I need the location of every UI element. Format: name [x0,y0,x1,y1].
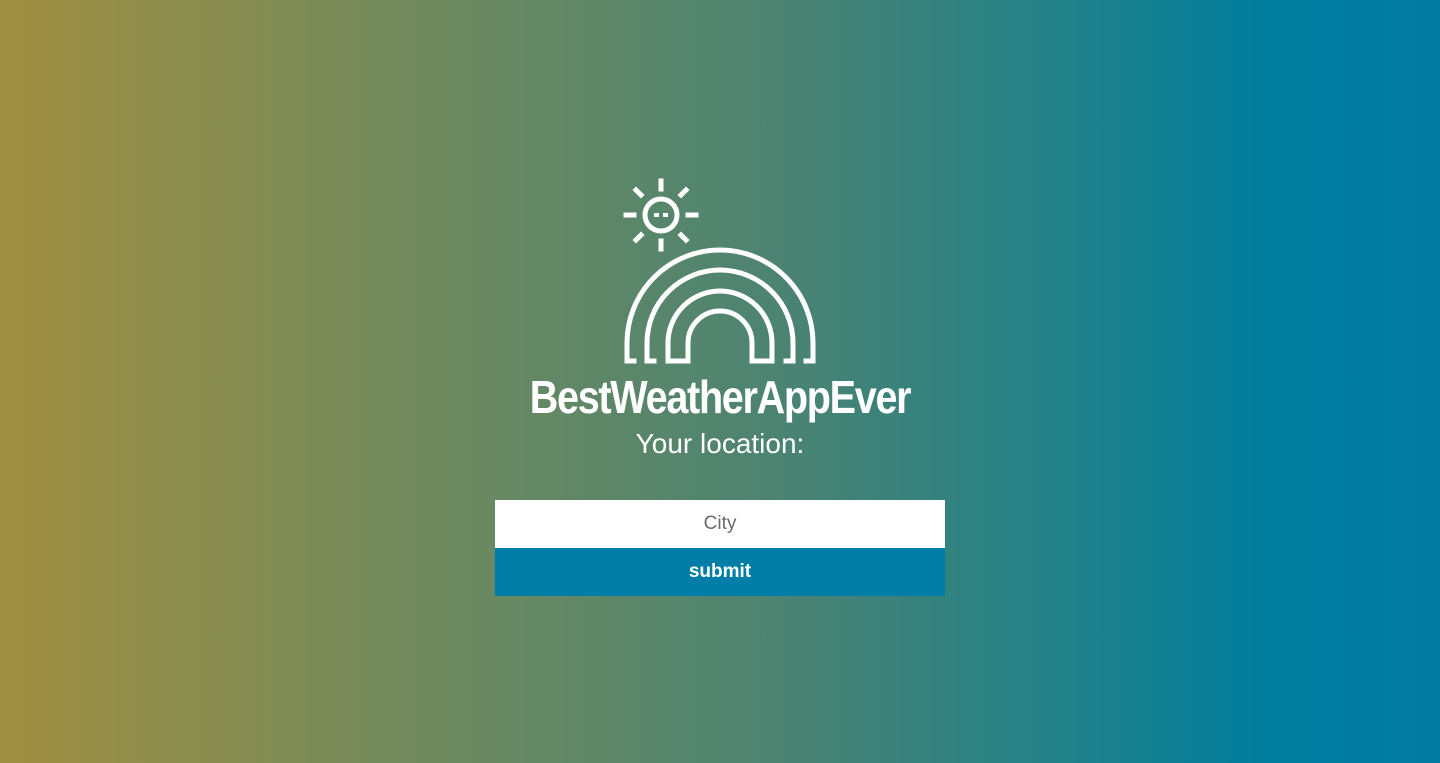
app-title: BestWeatherAppEver [529,371,912,423]
sun-icon [623,178,699,252]
rainbow-icon [624,247,816,364]
location-form: submit [495,500,945,596]
location-label: Your location: [635,428,805,459]
city-input[interactable] [495,500,945,548]
sun-rainbow-icon [618,175,824,367]
page: BestWeatherAppEver Your location: submit [0,0,1440,763]
submit-button[interactable]: submit [495,548,945,596]
